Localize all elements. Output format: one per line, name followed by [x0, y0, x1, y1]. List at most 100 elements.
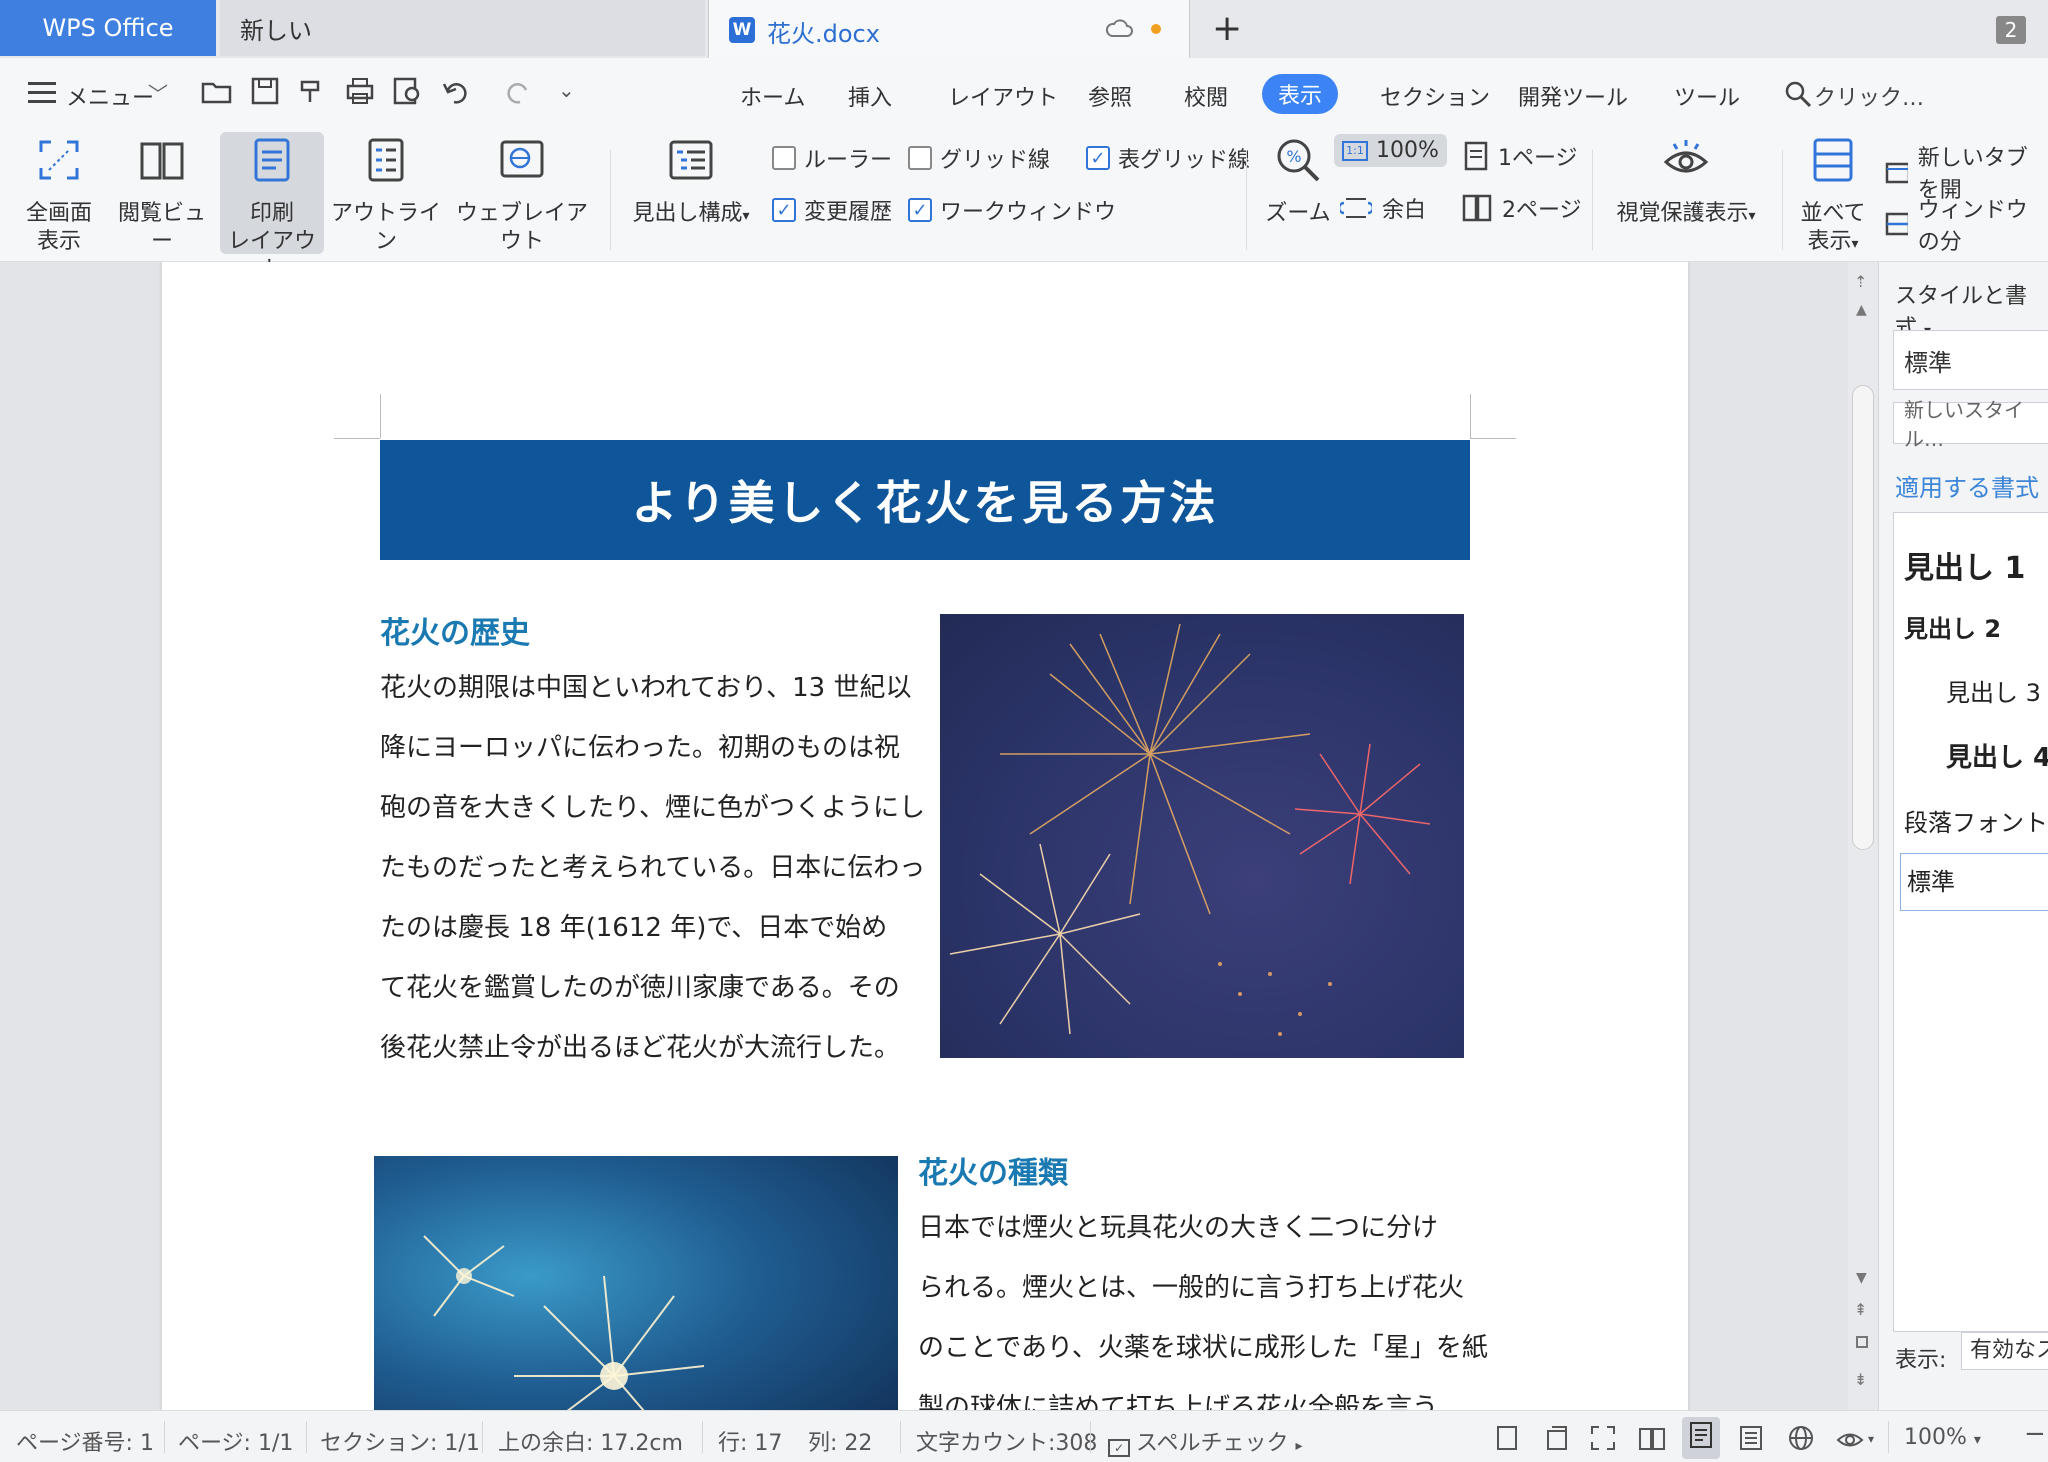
document-area: より美しく花火を見る方法 花火の歴史 花火の期限は中国といわれており、13 世紀… — [0, 262, 1848, 1410]
vertical-scrollbar-thumb[interactable] — [1852, 385, 1874, 850]
tab-wps-office[interactable]: WPS Office — [0, 0, 216, 56]
gridlines-checkbox[interactable]: グリッド線 — [908, 142, 1050, 174]
style-item-heading2[interactable]: 見出し 2 — [1904, 609, 2001, 644]
margins-button[interactable]: 余白 — [1340, 192, 1426, 224]
status-reading-view-icon[interactable] — [1638, 1425, 1666, 1457]
tab-references[interactable]: 参照 — [1088, 80, 1132, 112]
status-view-icon-2[interactable] — [1544, 1425, 1570, 1457]
style-item-paragraph-font[interactable]: 段落フォント — [1904, 803, 2048, 838]
style-item-heading1[interactable]: 見出し 1 — [1904, 543, 2025, 587]
document-title-banner[interactable]: より美しく花火を見る方法 — [380, 440, 1470, 560]
two-pages-button[interactable]: 2ページ — [1462, 192, 1582, 224]
arrange-all-button[interactable]: 並べて 表示▾ — [1792, 136, 1874, 258]
paragraph-history[interactable]: 花火の期限は中国といわれており、13 世紀以 降にヨーロッパに伝わった。初期のも… — [380, 658, 925, 1078]
tab-layout[interactable]: レイアウト — [948, 80, 1058, 112]
eye-protection-button[interactable]: 視覚保護表示▾ — [1606, 136, 1766, 230]
print-preview-icon[interactable] — [392, 76, 424, 106]
tab-section[interactable]: セクション — [1380, 80, 1490, 112]
new-tab-plus-icon[interactable]: + — [1212, 8, 1242, 49]
status-web-layout-icon[interactable] — [1788, 1425, 1814, 1457]
status-pages[interactable]: ページ: 1/1 — [178, 1425, 293, 1457]
ruler-checkbox[interactable]: ルーラー — [772, 142, 892, 174]
next-page-icon[interactable]: ⇟ — [1854, 1370, 1867, 1389]
zoom-100-button[interactable]: 1:1 100% — [1334, 134, 1447, 167]
spellcheck-icon: ✓ — [1108, 1439, 1130, 1457]
style-item-normal[interactable]: 標準 — [1900, 853, 2048, 911]
tab-developer[interactable]: 開発ツール — [1518, 80, 1628, 112]
document-page[interactable]: より美しく花火を見る方法 花火の歴史 花火の期限は中国といわれており、13 世紀… — [162, 262, 1688, 1410]
table-gridlines-checkbox[interactable]: ✓ 表グリッド線 — [1086, 142, 1250, 174]
split-handle-icon[interactable]: ⇡ — [1854, 272, 1867, 291]
status-fullscreen-icon[interactable] — [1590, 1425, 1616, 1457]
tab-document[interactable]: W 花火.docx — [708, 0, 1190, 58]
nav-pane-button[interactable]: 見出し構成▾ — [626, 136, 756, 230]
one-page-button[interactable]: 1ページ — [1464, 140, 1578, 172]
fireworks-image[interactable] — [940, 614, 1464, 1058]
status-outline-icon[interactable] — [1738, 1425, 1764, 1457]
gridlines-label: グリッド線 — [940, 148, 1051, 173]
fit-page-icon — [1547, 1426, 1567, 1450]
apply-formatting-link[interactable]: 適用する書式 — [1895, 468, 2039, 503]
status-top-margin[interactable]: 上の余白: 17.2cm — [498, 1425, 683, 1457]
status-column[interactable]: 列: 22 — [808, 1425, 872, 1457]
task-window-checkbox[interactable]: ✓ ワークウィンドウ — [908, 194, 1116, 226]
tab-review[interactable]: 校閲 — [1184, 80, 1228, 112]
customize-chevron-icon[interactable]: ⌄ — [558, 78, 575, 102]
status-section[interactable]: セクション: 1/1 — [320, 1425, 480, 1457]
hamburger-icon[interactable] — [28, 82, 56, 104]
show-filter-select[interactable]: 有効なス — [1961, 1332, 2048, 1370]
track-changes-checkbox[interactable]: ✓ 変更履歴 — [772, 194, 892, 226]
print-layout-button[interactable]: 印刷 レイアウト — [220, 132, 324, 282]
svg-text:▾: ▾ — [1868, 1432, 1874, 1446]
status-eye-protect-icon[interactable]: ▾ — [1836, 1425, 1876, 1457]
tab-insert[interactable]: 挿入 — [848, 80, 892, 112]
status-word-count[interactable]: 文字カウント:308 — [916, 1425, 1097, 1457]
status-row[interactable]: 行: 17 — [718, 1425, 782, 1457]
zoom-button[interactable]: % ズーム — [1258, 136, 1338, 228]
scroll-up-arrow-icon[interactable]: ▲ — [1856, 302, 1867, 318]
reading-view-button[interactable]: 閲覧ビュー — [110, 136, 214, 256]
open-folder-icon[interactable] — [200, 76, 234, 106]
fullscreen-button[interactable]: 全画面 表示 — [18, 136, 100, 256]
status-view-icon-1[interactable] — [1494, 1425, 1520, 1457]
paragraph-line: 後花火禁止令が出るほど花火が大流行した。 — [380, 1033, 901, 1063]
tab-tools[interactable]: ツール — [1674, 80, 1740, 112]
save-icon[interactable] — [250, 76, 280, 106]
status-page-number[interactable]: ページ番号: 1 — [16, 1425, 154, 1457]
tab-home[interactable]: ホーム — [740, 80, 805, 112]
window-count-badge[interactable]: 2 — [1996, 16, 2026, 44]
redo-icon[interactable] — [504, 78, 532, 106]
style-item-heading3[interactable]: 見出し 3 — [1946, 673, 2041, 708]
search-field[interactable]: クリック… — [1814, 80, 1924, 112]
status-print-layout-icon[interactable] — [1682, 1417, 1720, 1459]
split-window-button[interactable]: ウィンドウの分 — [1884, 192, 2048, 256]
menu-chevron-down-icon[interactable]: ﹀ — [148, 78, 168, 107]
new-style-button[interactable]: 新しいスタイル… — [1893, 398, 2048, 451]
book-icon — [140, 142, 184, 180]
style-item-heading4[interactable]: 見出し 4 — [1946, 737, 2048, 774]
format-painter-icon[interactable] — [296, 76, 326, 106]
outline-button[interactable]: アウトライン — [330, 136, 442, 256]
heading-types[interactable]: 花火の種類 — [918, 1148, 1068, 1192]
select-browse-object-icon[interactable] — [1856, 1336, 1868, 1348]
menu-button[interactable]: メニュー — [66, 80, 154, 112]
cloud-icon[interactable] — [1104, 16, 1134, 40]
status-zoom-select[interactable]: 100% ▾ — [1904, 1425, 1981, 1450]
search-icon[interactable] — [1784, 80, 1812, 108]
tab-view[interactable]: 表示 — [1262, 74, 1339, 114]
zoom-out-icon[interactable]: − — [2024, 1419, 2046, 1449]
scroll-down-arrow-icon[interactable]: ▼ — [1856, 1270, 1867, 1286]
tab-new[interactable]: 新しい — [220, 0, 705, 56]
print-icon[interactable] — [344, 76, 376, 106]
spellcheck-button[interactable]: ✓ スペルチェック ▸ — [1108, 1425, 1303, 1457]
sparkler-image[interactable] — [374, 1156, 898, 1410]
previous-page-icon[interactable]: ⇞ — [1854, 1300, 1867, 1319]
web-layout-button[interactable]: ウェブレイアウト — [452, 136, 592, 256]
one-page-label: 1ページ — [1498, 146, 1578, 171]
undo-icon[interactable] — [442, 78, 482, 106]
current-style-field[interactable]: 標準 — [1893, 330, 2048, 390]
heading-history[interactable]: 花火の歴史 — [380, 608, 530, 652]
eye-protection-dropdown-icon: ▾ — [1748, 208, 1756, 224]
paragraph-types[interactable]: 日本では煙火と玩具花火の大きく二つに分け られる。煙火とは、一般的に言う打ち上げ… — [918, 1198, 1488, 1410]
tab-document-title: 花火.docx — [767, 20, 880, 48]
